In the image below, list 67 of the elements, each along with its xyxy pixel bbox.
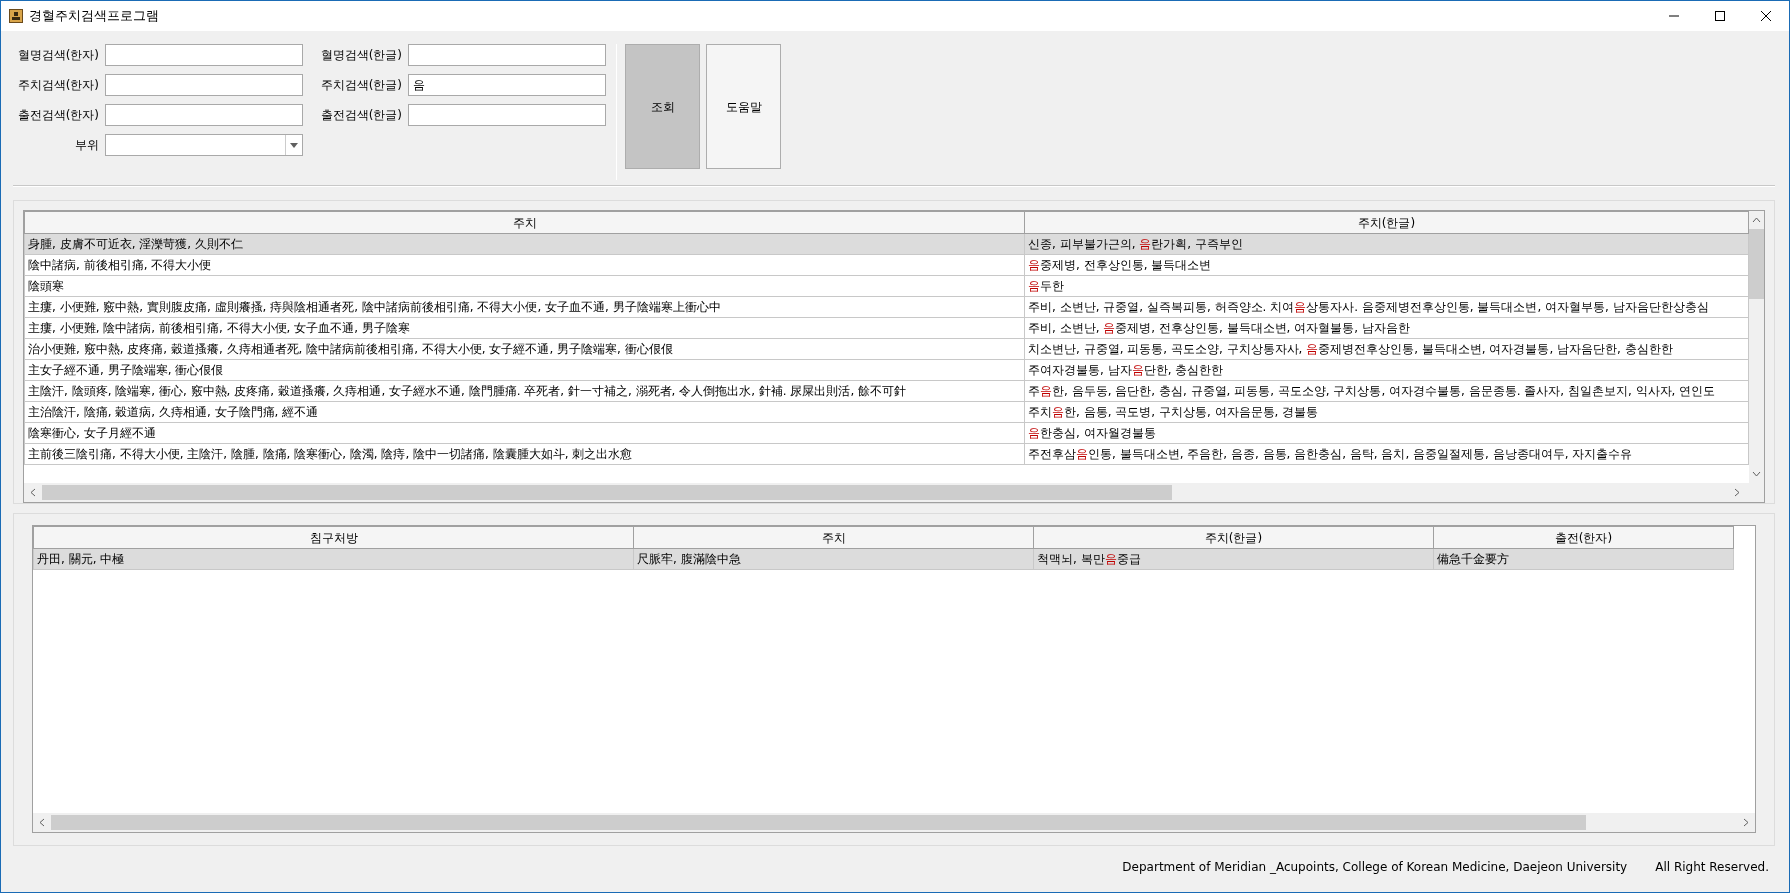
scroll-up-icon — [1752, 217, 1761, 223]
scroll-right-icon — [1743, 818, 1749, 827]
input-field[interactable] — [105, 74, 303, 96]
input-field[interactable]: 음 — [408, 74, 606, 96]
table-cell: 주비, 소변난, 규중열, 실즉복피통, 허즉양소. 치여 음상통자사. 음중제병전후상인통, 불득대소변, 여자혈부통, 남자음단한상충심 — [1024, 296, 1749, 318]
table-cell: 주전후삼음인통, 불득대소변, 주음한, 음종, 음통, 음한충심, 음탁, 음치, 음중일절제통, 음낭종대여두, 자지출수유 — [1024, 443, 1749, 465]
rights-text: All Right Reserved. — [1655, 859, 1769, 876]
scroll-left-icon — [39, 818, 45, 827]
action-button[interactable]: 조회 — [625, 44, 700, 169]
input-field[interactable] — [408, 104, 606, 126]
table-cell: 척맥뇌, 복만음중급 — [1033, 548, 1434, 570]
input-field[interactable] — [105, 104, 303, 126]
table-cell: 主瘻, 小便難, 陰中諸病, 前後相引痛, 不得大小便, 女子血不通, 男子陰寒 — [24, 317, 1025, 339]
scroll-left-icon — [30, 488, 36, 497]
table-cell: 主瘻, 小便難, 竅中熱, 實則腹皮痛, 虛則癢搔, 痔與陰相通者死, 陰中諸病前後相引痛, 不得大小便, 女子血不通, 男子陰端寒上衝心中 — [24, 296, 1025, 318]
table-cell: 主陰汗, 陰頭疼, 陰端寒, 衝心, 竅中熱, 皮疼痛, 穀道搔癢, 久痔相通, 女子經水不通, 陰門腫痛. 卒死者, 針一寸補之, 溺死者, 令人倒拖出水, 針補. 尿屎出則活, 餘不可針 — [24, 380, 1025, 402]
field-label: 혈명검색(한자) — [16, 47, 99, 64]
table-cell: 주여자경불통, 남자음단한, 충심한한 — [1024, 359, 1749, 381]
table-cell: 음한충심, 여자월경불통 — [1024, 422, 1749, 444]
table-cell: 尺脈牢, 腹滿陰中急 — [633, 548, 1034, 570]
column-header[interactable]: 주치(한글) — [1024, 211, 1749, 234]
table-cell: 主女子經不通, 男子陰端寒, 衝心佷佷 — [24, 359, 1025, 381]
close-icon — [1761, 11, 1771, 21]
table-cell: 丹田, 關元, 中極 — [33, 548, 634, 570]
scroll-thumb[interactable] — [51, 815, 1586, 830]
table-cell: 陰頭寒 — [24, 275, 1025, 297]
column-header[interactable]: 주치 — [633, 526, 1034, 549]
vertical-scrollbar[interactable] — [1749, 211, 1764, 483]
dropdown-field[interactable] — [105, 134, 303, 156]
table-cell: 陰中諸病, 前後相引痛, 不得大小便 — [24, 254, 1025, 276]
scroll-down-icon — [1752, 471, 1761, 477]
action-button[interactable]: 도움말 — [706, 44, 781, 169]
window-title: 경혈주치검색프로그램 — [29, 7, 159, 26]
table-cell: 主前後三陰引痛, 不得大小便, 主陰汗, 陰腫, 陰痛, 陰寒衝心, 陰濁, 陰痔, 陰中一切諸痛, 陰囊腫大如斗, 刺之出水愈 — [24, 443, 1025, 465]
field-label: 부위 — [74, 137, 99, 154]
field-label: 주치검색(한글) — [319, 77, 402, 94]
input-field[interactable] — [408, 44, 606, 66]
table-cell: 주음한, 음두동, 음단한, 충심, 규중열, 피동통, 곡도소양, 구치상통, 여자경수불통, 음문종통. 졸사자, 침일촌보지, 익사자, 연인도 — [1024, 380, 1749, 402]
column-header[interactable]: 침구처방 — [33, 526, 634, 549]
column-header[interactable]: 출전(한자) — [1433, 526, 1734, 549]
horizontal-scrollbar[interactable] — [33, 813, 1755, 832]
table-cell: 主治陰汗, 陰痛, 穀道病, 久痔相通, 女子陰門痛, 經不通 — [24, 401, 1025, 423]
column-header[interactable]: 주치(한글) — [1033, 526, 1434, 549]
table-cell: 음중제병, 전후상인통, 불득대소변 — [1024, 254, 1749, 276]
field-label: 출전검색(한글) — [319, 107, 402, 124]
field-label: 출전검색(한자) — [16, 107, 99, 124]
input-field[interactable] — [105, 44, 303, 66]
scroll-right-icon — [1734, 488, 1740, 497]
dropdown-arrow-icon — [290, 142, 298, 148]
field-label: 주치검색(한자) — [16, 77, 99, 94]
horizontal-scrollbar[interactable] — [24, 483, 1764, 502]
app-icon — [9, 9, 23, 23]
table-cell: 음두한 — [1024, 275, 1749, 297]
field-label: 혈명검색(한글) — [319, 47, 402, 64]
scroll-thumb[interactable] — [42, 485, 1172, 500]
maximize-icon — [1715, 11, 1725, 21]
table-cell: 치소변난, 규중열, 피동통, 곡도소양, 구치상통자사, 음중제병전후상인통, 불득대소변, 여자경불통, 남자음단한, 충심한한 — [1024, 338, 1749, 360]
table-cell: 備急千金要方 — [1433, 548, 1734, 570]
scroll-thumb[interactable] — [1749, 229, 1764, 299]
table-cell: 身腫, 皮膚不可近衣, 淫濼苛獲, 久則不仁 — [24, 233, 1025, 255]
credit-text: Department of Meridian _Acupoints, College of Korean Medicine, Daejeon University — [1122, 859, 1628, 876]
table-cell: 주비, 소변난, 음중제병, 전후상인통, 불득대소변, 여자혈불통, 남자음한 — [1024, 317, 1749, 339]
table-cell: 신종, 피부불가근의, 음란가획, 구즉부인 — [1024, 233, 1749, 255]
table-cell: 주치 음한, 음통, 곡도병, 구치상통, 여자음문통, 경불통 — [1024, 401, 1749, 423]
table-cell: 治小便難, 竅中熱, 皮疼痛, 穀道搔癢, 久痔相通者死, 陰中諸病前後相引痛, 不得大小便, 女子經不通, 男子陰端寒, 衝心佷佷 — [24, 338, 1025, 360]
table-cell: 陰寒衝心, 女子月經不通 — [24, 422, 1025, 444]
column-header[interactable]: 주치 — [24, 211, 1025, 234]
